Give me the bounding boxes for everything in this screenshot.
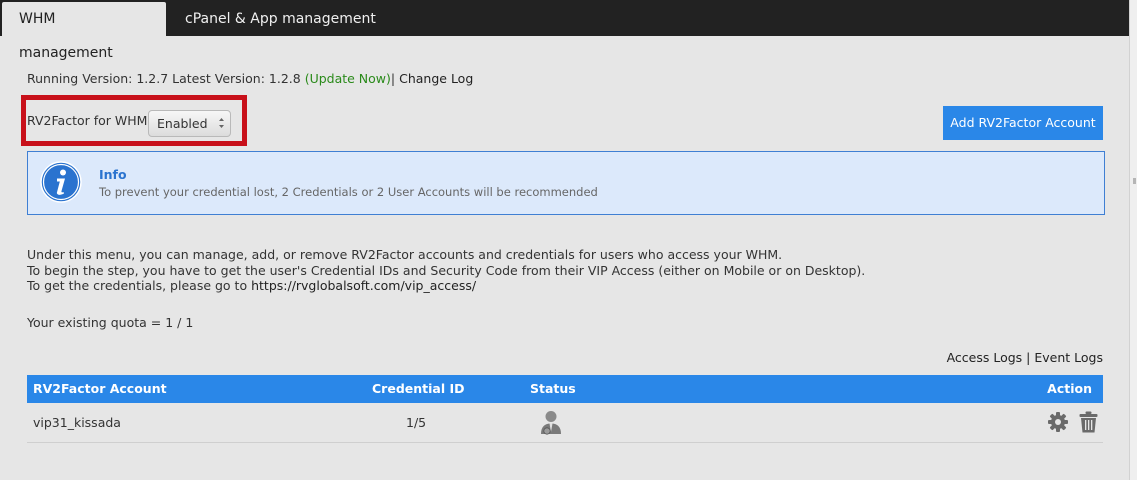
version-info: Running Version: 1.2.7 Latest Version: 1…	[27, 71, 473, 86]
update-now-link[interactable]: (Update Now)	[305, 71, 391, 86]
table-row: vip31_kissada 1/5	[27, 403, 1103, 443]
running-version: Running Version: 1.2.7	[27, 71, 169, 86]
log-links: Access Logs | Event Logs	[947, 350, 1103, 365]
info-icon	[40, 161, 82, 203]
header-account: RV2Factor Account	[33, 381, 167, 396]
row-credential-id: 1/5	[406, 415, 427, 430]
user-status-icon	[541, 411, 561, 435]
rv2factor-label: RV2Factor for WHM:	[27, 113, 152, 128]
info-box: Info To prevent your credential lost, 2 …	[27, 151, 1105, 215]
description-line-2: To begin the step, you have to get the u…	[27, 262, 866, 278]
delete-trash-icon[interactable]	[1079, 411, 1098, 433]
accounts-table-header: RV2Factor Account Credential ID Status A…	[27, 375, 1103, 403]
row-account: vip31_kissada	[33, 415, 121, 430]
latest-version: Latest Version: 1.2.8	[172, 71, 301, 86]
logs-separator: |	[1026, 350, 1031, 365]
access-logs-link[interactable]: Access Logs	[947, 350, 1023, 365]
version-separator: |	[390, 71, 396, 86]
top-tab-bar: WHM management cPanel & App management	[0, 0, 1129, 61]
tab-whm-management[interactable]: WHM management	[2, 2, 166, 61]
event-logs-link[interactable]: Event Logs	[1034, 350, 1103, 365]
header-action: Action	[1047, 381, 1092, 396]
description: Under this menu, you can manage, add, or…	[27, 247, 865, 294]
info-text: To prevent your credential lost, 2 Crede…	[99, 185, 598, 199]
change-log-link[interactable]: Change Log	[399, 71, 473, 86]
add-rv2factor-account-button[interactable]: Add RV2Factor Account	[943, 106, 1103, 140]
quota-text: Your existing quota = 1 / 1	[27, 315, 194, 330]
vertical-scrollbar[interactable]	[1129, 0, 1137, 480]
description-line-3: To get the credentials, please go to htt…	[27, 278, 865, 294]
vip-access-link[interactable]: https://rvglobalsoft.com/vip_access/	[251, 278, 476, 293]
rv2factor-selected-value: Enabled	[157, 116, 208, 131]
tab-cpanel-app-management[interactable]: cPanel & App management	[168, 2, 393, 36]
description-line-3-prefix: To get the credentials, please go to	[27, 278, 248, 293]
select-arrows-icon	[219, 118, 224, 128]
settings-gear-icon[interactable]	[1047, 411, 1069, 433]
header-credential-id: Credential ID	[372, 381, 465, 396]
header-status: Status	[530, 381, 576, 396]
scrollbar-grip[interactable]	[1133, 178, 1136, 184]
rv2factor-status-select[interactable]: Enabled	[148, 110, 231, 137]
info-title: Info	[99, 167, 127, 182]
description-line-1: Under this menu, you can manage, add, or…	[27, 247, 783, 262]
